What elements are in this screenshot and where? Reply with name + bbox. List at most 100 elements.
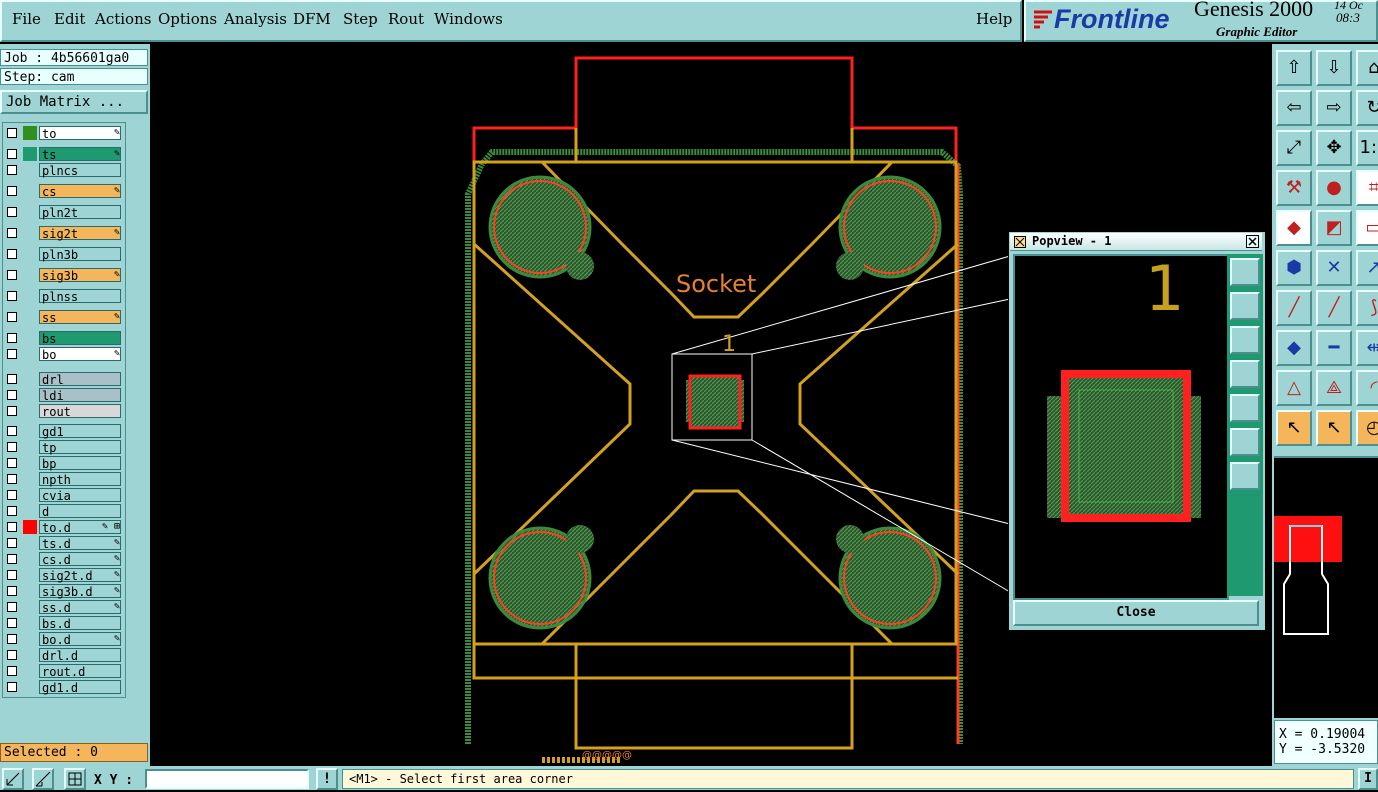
layer-row[interactable]: rout	[3, 404, 123, 419]
xy-input[interactable]	[145, 769, 309, 789]
layer-name[interactable]: bs	[39, 331, 121, 346]
layer-checkbox[interactable]	[7, 538, 17, 548]
layer-name[interactable]: ss.d	[39, 600, 121, 615]
layer-checkbox[interactable]	[7, 634, 17, 644]
layer-row[interactable]: sig2t.d ✎	[3, 568, 123, 583]
layer-row[interactable]: ss ✎	[3, 310, 123, 325]
menu-file[interactable]: File	[12, 10, 41, 28]
layer-checkbox[interactable]	[7, 618, 17, 628]
select-pad-icon[interactable]: ◆	[1276, 330, 1312, 366]
layer-row[interactable]: sig3b.d ✎	[3, 584, 123, 599]
layer-checkbox[interactable]	[7, 291, 17, 301]
home-icon[interactable]: ⇧	[1276, 50, 1312, 86]
layer-checkbox[interactable]	[7, 270, 17, 280]
layer-checkbox[interactable]	[7, 586, 17, 596]
layer-name[interactable]: cvia	[39, 488, 121, 503]
layer-checkbox[interactable]	[7, 474, 17, 484]
layer-row[interactable]: sig2t ✎	[3, 226, 123, 241]
layer-name[interactable]: bo.d	[39, 632, 121, 647]
layer-row[interactable]: d	[3, 504, 123, 519]
layer-name[interactable]: rout	[39, 404, 121, 419]
layer-checkbox[interactable]	[7, 207, 17, 217]
layer-row[interactable]: bo.d ✎	[3, 632, 123, 647]
menu-edit[interactable]: Edit	[54, 10, 85, 28]
layer-row[interactable]: ts ✎	[3, 147, 123, 162]
layer-checkbox[interactable]	[7, 390, 17, 400]
layer-name[interactable]: cs	[39, 184, 121, 199]
menu-actions[interactable]: Actions	[95, 10, 151, 28]
layer-row[interactable]: to ✎	[3, 126, 123, 141]
layer-row[interactable]: plnss	[3, 289, 123, 304]
layer-row[interactable]: cvia	[3, 488, 123, 503]
layer-name[interactable]: sig3b.d	[39, 584, 121, 599]
close-icon[interactable]	[1246, 235, 1259, 248]
layer-row[interactable]: drl	[3, 372, 123, 387]
layer-checkbox[interactable]	[7, 312, 17, 322]
layer-row[interactable]: sig3b ✎	[3, 268, 123, 283]
layer-row[interactable]: to.d ✎ ⊞	[3, 520, 123, 535]
layer-name[interactable]: to	[39, 126, 121, 141]
layer-row[interactable]: ldi	[3, 388, 123, 403]
layer-name[interactable]: ldi	[39, 388, 121, 403]
measure-icon[interactable]	[32, 768, 54, 790]
layer-row[interactable]: plncs	[3, 163, 123, 178]
menu-step[interactable]: Step	[343, 10, 378, 28]
job-matrix-button[interactable]: Job Matrix ...	[0, 90, 148, 114]
popview-pan-down-icon[interactable]	[1230, 326, 1260, 354]
layer-row[interactable]: gd1.d	[3, 680, 123, 695]
layer-checkbox[interactable]	[7, 374, 17, 384]
menu-options[interactable]: Options	[158, 10, 217, 28]
layer-checkbox[interactable]	[7, 128, 17, 138]
layer-row[interactable]: npth	[3, 472, 123, 487]
layer-name[interactable]: d	[39, 504, 121, 519]
wrench-icon[interactable]: ⚒	[1276, 170, 1312, 206]
minus-icon[interactable]: ━	[1316, 330, 1352, 366]
layer-checkbox[interactable]	[7, 570, 17, 580]
layer-checkbox[interactable]	[7, 333, 17, 343]
layer-name[interactable]: bs.d	[39, 616, 121, 631]
menu-rout[interactable]: Rout	[388, 10, 424, 28]
layer-checkbox[interactable]	[7, 426, 17, 436]
layer-checkbox[interactable]	[7, 165, 17, 175]
route-icon[interactable]: ⌗	[1356, 170, 1378, 206]
layer-name[interactable]: rout.d	[39, 664, 121, 679]
nudge-icon[interactable]: ⇹	[1356, 330, 1378, 366]
layer-color-swatch[interactable]	[23, 126, 37, 140]
popview-zoom-in-icon[interactable]	[1230, 428, 1260, 456]
layer-checkbox[interactable]	[7, 186, 17, 196]
info-button[interactable]: I	[1358, 768, 1378, 790]
layer-row[interactable]: bo ✎	[3, 347, 123, 362]
layer-row[interactable]: bs	[3, 331, 123, 346]
layer-row[interactable]: ss.d ✎	[3, 600, 123, 615]
curve-icon[interactable]: ⟆	[1356, 290, 1378, 326]
move-right-icon[interactable]: ⇨	[1316, 90, 1352, 126]
layer-checkbox[interactable]	[7, 249, 17, 259]
cross-icon[interactable]: ✕	[1316, 250, 1352, 286]
pointer-box-icon[interactable]: ↖	[1316, 410, 1352, 446]
layer-checkbox[interactable]	[7, 506, 17, 516]
layer-row[interactable]: cs.d ✎	[3, 552, 123, 567]
ruler-icon[interactable]: ▭	[1356, 210, 1378, 246]
popview-close-button[interactable]: Close	[1013, 600, 1259, 626]
layer-name[interactable]: npth	[39, 472, 121, 487]
layer-name[interactable]: gd1	[39, 424, 121, 439]
layer-name[interactable]: pln2t	[39, 205, 121, 220]
diagonal-icon[interactable]: ╱	[1316, 290, 1352, 326]
popview-titlebar[interactable]: Popview - 1	[1010, 233, 1262, 251]
layer-name[interactable]: bo	[39, 347, 121, 362]
layer-row[interactable]: ts.d ✎	[3, 536, 123, 551]
popview-canvas[interactable]: 1	[1013, 252, 1229, 600]
layer-name[interactable]: cs.d	[39, 552, 121, 567]
layer-name[interactable]: drl	[39, 372, 121, 387]
menu-help[interactable]: Help	[976, 10, 1012, 28]
line-icon[interactable]: ╱	[1276, 290, 1312, 326]
popview-pan-up-icon[interactable]	[1230, 292, 1260, 320]
scale-icon[interactable]: 1:2	[1356, 130, 1378, 166]
popview-pan-right-icon[interactable]	[1230, 394, 1260, 422]
popview-pan-left-icon[interactable]	[1230, 360, 1260, 388]
layer-row[interactable]: tp	[3, 440, 123, 455]
layer-row[interactable]: pln2t	[3, 205, 123, 220]
layer-row[interactable]: bs.d	[3, 616, 123, 631]
layer-name[interactable]: ts.d	[39, 536, 121, 551]
menu-analysis[interactable]: Analysis	[224, 10, 287, 28]
